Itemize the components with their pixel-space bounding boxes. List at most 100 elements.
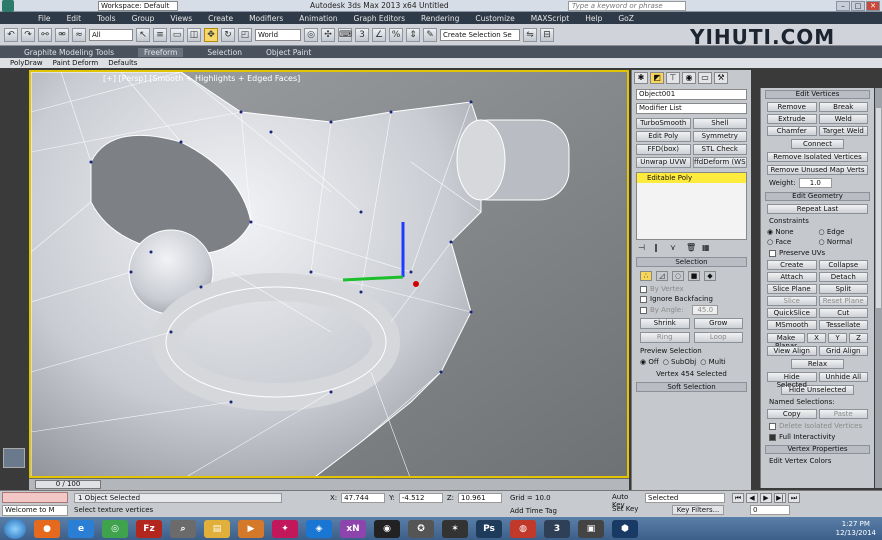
tab-selection[interactable]: Selection (207, 48, 242, 57)
filezilla-icon[interactable]: Fz (136, 519, 162, 538)
hierarchy-tab-icon[interactable]: ⊤ (666, 72, 680, 84)
slice-plane-button[interactable]: Slice Plane (767, 284, 817, 294)
border-mode-icon[interactable]: ◌ (672, 271, 684, 281)
perspective-viewport[interactable]: [+] [Persp] [Smooth + Highlights + Edged… (29, 70, 629, 478)
by-vertex-checkbox[interactable]: By Vertex (640, 285, 743, 293)
tab-freeform[interactable]: Freeform (138, 47, 184, 57)
cut-button[interactable]: Cut (818, 308, 868, 318)
app-icon-dark[interactable]: ▣ (578, 519, 604, 538)
app-icon-red[interactable]: ✦ (272, 519, 298, 538)
menu-create[interactable]: Create (208, 14, 233, 23)
photoshop-icon[interactable]: Ps (476, 519, 502, 538)
menu-graph-editors[interactable]: Graph Editors (354, 14, 406, 23)
system-clock[interactable]: 1:27 PM 12/13/2014 (836, 520, 876, 538)
edit-named-sets-icon[interactable]: ✎ (423, 27, 437, 42)
app-icon-blue[interactable]: ⬢ (612, 519, 638, 538)
vertex-properties-rollout-header[interactable]: Vertex Properties (765, 445, 870, 454)
collapse-button[interactable]: Collapse (818, 260, 868, 270)
menu-help[interactable]: Help (585, 14, 602, 23)
xn-icon[interactable]: xN (340, 519, 366, 538)
constraint-edge-radio[interactable]: ○ Edge (819, 228, 869, 236)
view-align-button[interactable]: View Align (767, 346, 817, 356)
planar-y-button[interactable]: Y (828, 333, 847, 343)
constraint-face-radio[interactable]: ○ Face (767, 238, 817, 246)
maxscript-listener-mini[interactable] (2, 492, 68, 503)
polygon-mode-icon[interactable]: ■ (688, 271, 700, 281)
viewport-label[interactable]: [+] [Persp] [Smooth + Highlights + Edged… (103, 74, 300, 83)
preserve-uvs-checkbox[interactable]: Preserve UVs (769, 249, 866, 257)
rotate-icon[interactable]: ↻ (221, 27, 235, 42)
motion-tab-icon[interactable]: ◉ (682, 72, 696, 84)
show-end-result-icon[interactable]: ‖ (654, 243, 666, 253)
grid-align-button[interactable]: Grid Align (818, 346, 868, 356)
panel-scrollbar[interactable] (875, 88, 882, 488)
tab-object-paint[interactable]: Object Paint (266, 48, 311, 57)
chrome-icon[interactable]: ◎ (102, 519, 128, 538)
x-coord-field[interactable]: 47.744 (341, 493, 386, 503)
modify-tab-icon[interactable]: ◩ (650, 72, 664, 84)
menu-maxscript[interactable]: MAXScript (531, 14, 570, 23)
vertex-mode-icon[interactable]: ∴ (640, 271, 652, 281)
configure-sets-icon[interactable]: ▦ (702, 243, 714, 253)
split-checkbox[interactable]: Split (818, 284, 868, 294)
edge-mode-icon[interactable]: ◿ (656, 271, 668, 281)
remove-button[interactable]: Remove (767, 102, 817, 112)
explorer-icon[interactable]: ▤ (204, 519, 230, 538)
mirror-icon[interactable]: ⇋ (523, 27, 537, 42)
app-icon-gray[interactable]: ✪ (408, 519, 434, 538)
goto-end-icon[interactable]: ⏭ (788, 493, 800, 503)
spinner-snap-icon[interactable]: ⇕ (406, 27, 420, 42)
key-mode-dropdown[interactable]: Selected (645, 493, 725, 503)
pivot-center-icon[interactable]: ◎ (304, 27, 318, 42)
weld-button[interactable]: Weld (818, 114, 868, 124)
preview-off-radio[interactable]: ◉ Off (640, 358, 659, 366)
by-angle-checkbox[interactable]: By Angle: 45.0 (640, 305, 743, 315)
reference-coord-dropdown[interactable]: World (255, 28, 301, 41)
workspace-selector[interactable]: Workspace: Default (98, 0, 178, 11)
select-by-name-icon[interactable]: ≡ (153, 27, 167, 42)
break-button[interactable]: Break (818, 102, 868, 112)
timeline[interactable]: 0 / 100 (29, 478, 629, 490)
stack-item-editable-poly[interactable]: Editable Poly (637, 173, 746, 183)
remove-modifier-icon[interactable]: 🗑 (686, 243, 698, 253)
menu-customize[interactable]: Customize (475, 14, 514, 23)
delete-isolated-checkbox[interactable]: Delete Isolated Vertices (769, 422, 866, 430)
modifier-list-dropdown[interactable]: Modifier List (636, 103, 747, 114)
detach-button[interactable]: Detach (818, 272, 868, 282)
hide-unselected-button[interactable]: Hide Unselected (781, 385, 854, 395)
key-filters-button[interactable]: Key Filters... (672, 505, 724, 515)
media-player-icon[interactable]: ▶ (238, 519, 264, 538)
ignore-backfacing-checkbox[interactable]: Ignore Backfacing (640, 295, 743, 303)
named-selection-dropdown[interactable]: Create Selection Se (440, 28, 520, 41)
z-coord-field[interactable]: 10.961 (458, 493, 503, 503)
soft-selection-rollout-header[interactable]: Soft Selection (636, 382, 747, 392)
display-tab-icon[interactable]: ▭ (698, 72, 712, 84)
extrude-button[interactable]: Extrude (767, 114, 817, 124)
shell-button[interactable]: Shell (692, 118, 747, 129)
quickslice-button[interactable]: QuickSlice (767, 308, 817, 318)
tab-graphite-modeling-tools[interactable]: Graphite Modeling Tools (24, 48, 114, 57)
time-slider[interactable]: 0 / 100 (35, 480, 101, 489)
menu-modifiers[interactable]: Modifiers (249, 14, 283, 23)
keyboard-shortcut-icon[interactable]: ⌨ (338, 27, 352, 42)
goto-start-icon[interactable]: ⏮ (732, 493, 744, 503)
remove-isolated-vertices-button[interactable]: Remove Isolated Vertices (767, 152, 868, 162)
link-icon[interactable]: ⚯ (38, 27, 52, 42)
select-object-icon[interactable]: ↖ (136, 27, 150, 42)
ie-icon[interactable]: e (68, 519, 94, 538)
grow-button[interactable]: Grow (693, 318, 743, 329)
preview-multi-radio[interactable]: ○ Multi (700, 358, 725, 366)
maximize-button[interactable]: □ (851, 1, 865, 11)
undo-icon[interactable]: ↶ (4, 27, 18, 42)
percent-snap-icon[interactable]: % (389, 27, 403, 42)
symmetry-button[interactable]: Symmetry (692, 131, 747, 142)
planar-x-button[interactable]: X (807, 333, 826, 343)
stl-check-button[interactable]: STL Check (692, 144, 747, 155)
paste-button[interactable]: Paste (818, 409, 868, 419)
mesh-canvas[interactable] (31, 72, 629, 478)
loop-button[interactable]: Loop (693, 332, 743, 343)
start-button[interactable] (4, 518, 26, 539)
make-unique-icon[interactable]: ⋎ (670, 243, 682, 253)
window-crossing-icon[interactable]: ◫ (187, 27, 201, 42)
menu-animation[interactable]: Animation (299, 14, 337, 23)
